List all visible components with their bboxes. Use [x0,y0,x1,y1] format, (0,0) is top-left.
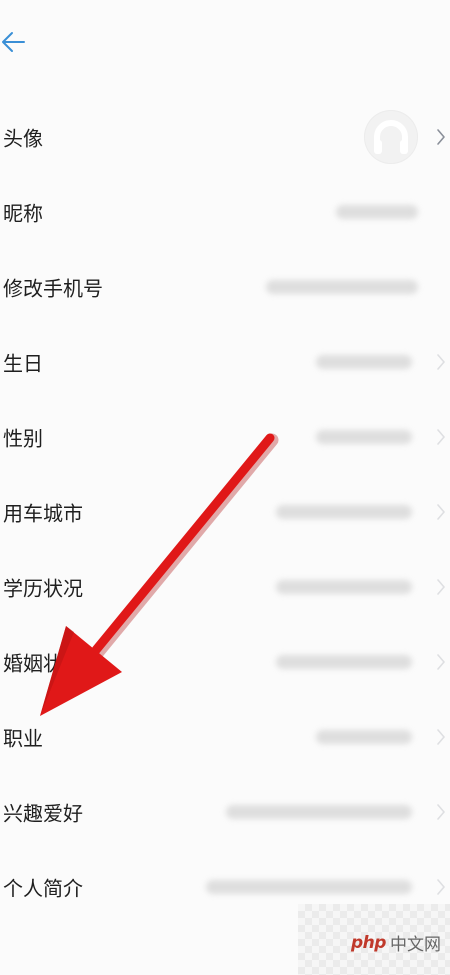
row-gender[interactable]: 性别 [0,400,450,474]
gender-value-blurred [316,430,412,444]
chevron-right-icon [437,354,445,370]
watermark-logo: php 中文网 [351,930,441,956]
row-label-avatar: 头像 [3,126,43,151]
chevron-right-icon [437,504,445,520]
row-education[interactable]: 学历状况 [0,550,450,624]
headphones-icon [374,120,408,154]
row-nickname[interactable]: 昵称 [0,175,450,249]
car-city-value-blurred [276,505,412,519]
top-bar [0,0,450,90]
chevron-right-icon [437,654,445,670]
row-label-education: 学历状况 [3,576,83,601]
row-label-hobbies: 兴趣爱好 [3,801,83,826]
birthday-value-blurred [316,355,412,369]
row-change-phone[interactable]: 修改手机号 [0,250,450,324]
hobbies-value-blurred [226,805,412,819]
row-car-city[interactable]: 用车城市 [0,475,450,549]
row-label-birthday: 生日 [3,351,43,376]
education-value-blurred [276,580,412,594]
arrow-left-icon [2,32,25,52]
chevron-right-icon [437,729,445,745]
chevron-right-icon [437,579,445,595]
watermark-site: 中文网 [389,935,441,955]
chevron-right-icon [437,429,445,445]
row-marital-status[interactable]: 婚姻状况 [0,625,450,699]
row-label-car-city: 用车城市 [3,501,83,526]
back-button[interactable] [0,26,34,60]
row-label-gender: 性别 [3,426,43,451]
row-label-occupation: 职业 [3,726,43,751]
row-label-marital-status: 婚姻状况 [3,651,83,676]
marital-status-value-blurred [276,655,412,669]
row-label-change-phone: 修改手机号 [3,276,103,301]
row-occupation[interactable]: 职业 [0,700,450,774]
chevron-right-icon [437,804,445,820]
watermark-brand: php [351,932,386,953]
row-hobbies[interactable]: 兴趣爱好 [0,775,450,849]
chevron-right-icon [437,129,445,145]
bio-value-blurred [206,880,412,894]
row-birthday[interactable]: 生日 [0,325,450,399]
phone-value-blurred [266,280,418,294]
avatar[interactable] [364,110,418,164]
occupation-value-blurred [316,730,412,744]
row-avatar[interactable]: 头像 [0,100,450,174]
chevron-right-icon [437,879,445,895]
row-label-bio: 个人简介 [3,876,83,901]
nickname-value-blurred [336,205,418,219]
row-label-nickname: 昵称 [3,201,43,226]
